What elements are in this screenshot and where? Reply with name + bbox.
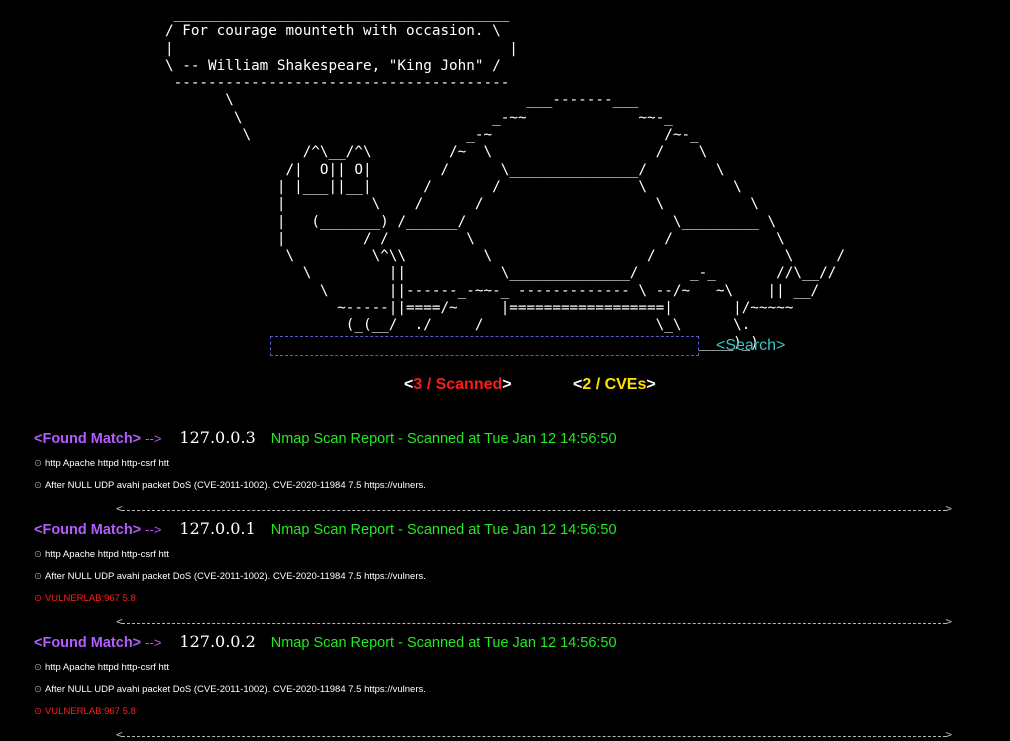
service-detail: ⊙ http Apache httpd http-csrf htt xyxy=(34,458,169,469)
separator-right: > xyxy=(945,615,952,628)
vulnerlab-entry: ⊙ VULNERLAB:967 5.8 xyxy=(34,593,136,604)
separator-right: > xyxy=(945,502,952,515)
result-header: <Found Match> --> 127.0.0.2 Nmap Scan Re… xyxy=(34,632,617,652)
bullet-icon: ⊙ xyxy=(34,549,42,560)
ascii-cowsay-banner: _______________________________________ … xyxy=(0,6,1010,352)
result-header: <Found Match> --> 127.0.0.1 Nmap Scan Re… xyxy=(34,519,617,539)
cves-open-bracket: < xyxy=(573,376,583,393)
bullet-icon: ⊙ xyxy=(34,571,42,582)
vuln-detail-text: After NULL UDP avahi packet DoS (CVE-201… xyxy=(44,684,426,695)
found-match-link[interactable]: <Found Match> xyxy=(34,635,141,651)
bullet-icon: ⊙ xyxy=(34,684,42,695)
scanned-close-bracket: > xyxy=(502,376,512,393)
search-button[interactable]: <Search> xyxy=(716,337,785,355)
scan-report-title: Nmap Scan Report - Scanned at Tue Jan 12… xyxy=(270,522,617,538)
search-input[interactable] xyxy=(270,336,699,356)
result-header: <Found Match> --> 127.0.0.3 Nmap Scan Re… xyxy=(34,428,617,448)
bullet-icon: ⊙ xyxy=(34,458,42,469)
scan-report-title: Nmap Scan Report - Scanned at Tue Jan 12… xyxy=(270,635,617,651)
scanned-count: 3 / Scanned xyxy=(413,376,503,393)
result-separator: < > xyxy=(116,728,952,741)
host-ip: 127.0.0.3 xyxy=(179,428,256,447)
scanned-open-bracket: < xyxy=(404,376,414,393)
ascii-art-text: _______________________________________ … xyxy=(165,6,845,351)
found-match-link[interactable]: <Found Match> xyxy=(34,522,141,538)
vuln-detail-text: After NULL UDP avahi packet DoS (CVE-201… xyxy=(44,571,426,582)
result-separator: < > xyxy=(116,502,952,515)
vuln-detail: ⊙ After NULL UDP avahi packet DoS (CVE-20… xyxy=(34,480,426,491)
separator-left: < xyxy=(116,615,123,628)
bullet-icon: ⊙ xyxy=(34,593,42,604)
service-detail-text: http Apache httpd http-csrf htt xyxy=(44,549,170,560)
scanned-counter[interactable]: <3 / Scanned> xyxy=(404,376,512,394)
cves-count: 2 / CVEs xyxy=(582,376,647,393)
host-ip: 127.0.0.1 xyxy=(179,519,256,538)
service-detail: ⊙ http Apache httpd http-csrf htt xyxy=(34,662,169,673)
result-separator: < > xyxy=(116,615,952,628)
vulnerlab-text: VULNERLAB:967 5.8 xyxy=(44,706,136,717)
vuln-detail-text: After NULL UDP avahi packet DoS (CVE-201… xyxy=(44,480,426,491)
vulnerlab-entry: ⊙ VULNERLAB:967 5.8 xyxy=(34,706,136,717)
arrow-icon: --> xyxy=(145,635,162,650)
scan-report-title: Nmap Scan Report - Scanned at Tue Jan 12… xyxy=(270,431,617,447)
bullet-icon: ⊙ xyxy=(34,480,42,491)
found-match-link[interactable]: <Found Match> xyxy=(34,431,141,447)
host-ip: 127.0.0.2 xyxy=(179,632,256,651)
cves-close-bracket: > xyxy=(646,376,656,393)
bullet-icon: ⊙ xyxy=(34,706,42,717)
arrow-icon: --> xyxy=(145,431,162,446)
service-detail-text: http Apache httpd http-csrf htt xyxy=(44,662,170,673)
separator-right: > xyxy=(945,728,952,741)
service-detail: ⊙ http Apache httpd http-csrf htt xyxy=(34,549,169,560)
arrow-icon: --> xyxy=(145,522,162,537)
separator-left: < xyxy=(116,502,123,515)
vuln-detail: ⊙ After NULL UDP avahi packet DoS (CVE-20… xyxy=(34,684,426,695)
vuln-detail: ⊙ After NULL UDP avahi packet DoS (CVE-20… xyxy=(34,571,426,582)
vulnerlab-text: VULNERLAB:967 5.8 xyxy=(44,593,136,604)
bullet-icon: ⊙ xyxy=(34,662,42,673)
separator-left: < xyxy=(116,728,123,741)
service-detail-text: http Apache httpd http-csrf htt xyxy=(44,458,170,469)
cves-counter[interactable]: <2 / CVEs> xyxy=(573,376,656,394)
